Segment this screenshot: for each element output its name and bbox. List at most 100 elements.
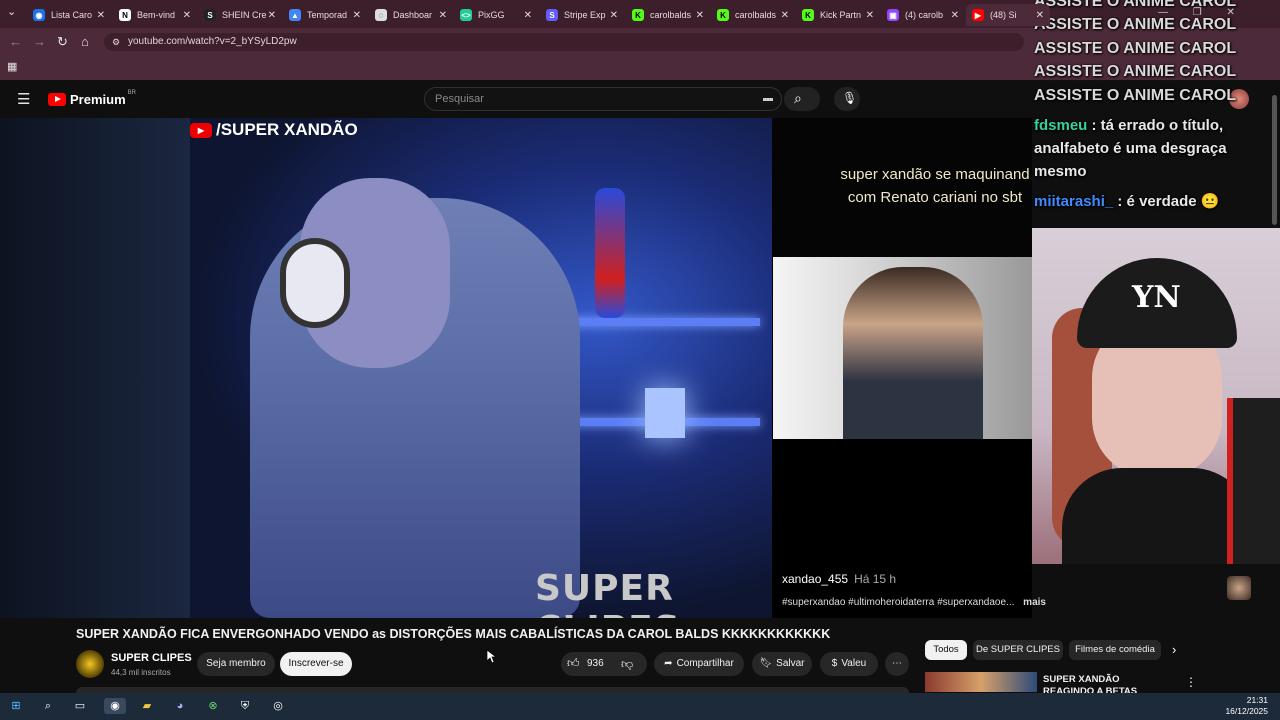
chat-spam-line: ASSISTE O ANIME CAROL xyxy=(1034,87,1237,104)
tab-close-icon[interactable]: ✕ xyxy=(183,10,191,21)
tab-title: Kick Partn xyxy=(820,10,862,20)
superman-figure xyxy=(595,188,625,318)
task-view-icon[interactable]: ▭ xyxy=(72,698,88,714)
youtube-watermark-icon: ▶ xyxy=(190,122,212,138)
search-taskbar-icon[interactable]: ⌕ xyxy=(40,698,56,714)
tab-favicon-icon: K xyxy=(632,9,644,21)
xbox-icon[interactable]: ⊗ xyxy=(205,698,221,714)
video-left-blur xyxy=(0,118,190,618)
reload-icon[interactable]: ↻ xyxy=(57,34,68,50)
tab-close-icon[interactable]: ✕ xyxy=(951,10,959,21)
browser-tab[interactable]: ◉ Lista Caro ✕ xyxy=(27,4,111,26)
channel-avatar[interactable] xyxy=(76,650,104,678)
webcam-shirt xyxy=(1062,468,1252,564)
tab-close-icon[interactable]: ✕ xyxy=(1036,10,1044,21)
tab-close-icon[interactable]: ✕ xyxy=(866,10,874,21)
scrollbar[interactable] xyxy=(1272,95,1277,225)
share-button[interactable]: ➦ Compartilhar xyxy=(654,652,744,676)
chat-message-continued: analfabeto é uma desgraça xyxy=(1034,140,1227,157)
tab-close-icon[interactable]: ✕ xyxy=(97,10,105,21)
search-icon: ⌕ xyxy=(794,90,802,106)
home-icon[interactable]: ⌂ xyxy=(81,34,89,49)
save-button[interactable]: 🔖︎ Salvar xyxy=(752,652,812,676)
browser-tab[interactable]: ◌ Dashboar ✕ xyxy=(369,4,453,26)
save-label: Salvar xyxy=(776,658,805,669)
apps-grid-icon[interactable]: ▦ xyxy=(7,60,17,73)
chrome-icon[interactable]: ◉ xyxy=(104,698,126,714)
tab-favicon-icon: K xyxy=(802,9,814,21)
browser-tab[interactable]: ▶ (48) Si ✕ xyxy=(966,4,1050,26)
minimize-icon[interactable]: — xyxy=(1158,7,1168,18)
subscribe-button[interactable]: Inscrever-se xyxy=(280,652,352,676)
chip-all[interactable]: Todos xyxy=(925,640,967,660)
youtube-logo[interactable]: Premium BR xyxy=(48,89,136,107)
chat-username: fdsmeu xyxy=(1034,117,1088,134)
channel-name[interactable]: SUPER CLIPES xyxy=(111,652,192,664)
join-button[interactable]: Seja membro xyxy=(197,652,275,676)
browser-tab[interactable]: ▣ (4) carolb ✕ xyxy=(881,4,965,26)
browser-tab[interactable]: K Kick Partn ✕ xyxy=(796,4,880,26)
tab-close-icon[interactable]: ✕ xyxy=(696,10,704,21)
tab-title: Temporad xyxy=(307,10,348,20)
tab-title: SHEIN Cre xyxy=(222,10,267,20)
chip-comedy[interactable]: Filmes de comédia xyxy=(1069,640,1161,660)
shorts-tags: #superxandao #ultimoheroidaterra #superx… xyxy=(782,597,1072,608)
windows-start-icon[interactable]: ⊞ xyxy=(8,698,24,714)
browser-tab[interactable]: Kcarolbalds ✕ xyxy=(626,4,710,26)
tab-close-icon[interactable]: ✕ xyxy=(781,10,789,21)
browser-tab[interactable]: N Bem-vind ✕ xyxy=(113,4,197,26)
tab-close-icon[interactable]: ✕ xyxy=(353,10,361,21)
chat-text: : tá errado o título, xyxy=(1091,117,1224,134)
share-icon: ➦ xyxy=(664,658,673,669)
dislike-icon[interactable]: 👎︎ xyxy=(621,657,633,672)
obs-icon[interactable]: ◎ xyxy=(270,698,286,714)
forward-icon[interactable]: → xyxy=(33,34,46,49)
system-clock[interactable]: 21:31 16/12/2025 xyxy=(1225,695,1268,717)
tab-favicon-icon: S xyxy=(546,9,558,21)
keyboard-icon[interactable]: ▬ xyxy=(763,88,773,110)
browser-tab[interactable]: Kcarolbalds ✕ xyxy=(711,4,795,26)
discord-icon[interactable]: ◕ xyxy=(172,698,188,714)
recommendation-thumbnail[interactable] xyxy=(925,672,1037,692)
maximize-icon[interactable]: ❐ xyxy=(1193,7,1202,18)
tab-title: PixGG xyxy=(478,10,505,20)
browser-tab[interactable]: <> PixGG ✕ xyxy=(454,4,538,26)
tab-favicon-icon: ▲ xyxy=(289,9,301,21)
voice-search-button[interactable]: 🎙 xyxy=(834,87,860,111)
file-explorer-icon[interactable]: ▰ xyxy=(139,698,155,714)
shorts-more-link[interactable]: mais xyxy=(1023,597,1046,608)
thanks-button[interactable]: $ Valeu xyxy=(820,652,878,676)
mic-icon: 🎙 xyxy=(842,91,858,105)
back-icon[interactable]: ← xyxy=(9,34,22,49)
tab-close-icon[interactable]: ✕ xyxy=(268,10,276,21)
chat-message: miitarashi_ : é verdade 😐 xyxy=(1034,192,1219,210)
clock-date: 16/12/2025 xyxy=(1225,706,1268,716)
shorts-user[interactable]: xandao_455 Há 15 h xyxy=(782,572,896,586)
tab-close-icon[interactable]: ✕ xyxy=(439,10,447,21)
tab-close-icon[interactable]: ✕ xyxy=(610,10,618,21)
shield-icon[interactable]: ⛨ xyxy=(237,698,253,714)
shorts-username: xandao_455 xyxy=(782,572,849,586)
menu-icon[interactable]: ☰ xyxy=(17,90,30,108)
more-actions-button[interactable]: ⋯ xyxy=(885,652,909,676)
chat-username: miitarashi_ xyxy=(1034,193,1114,210)
like-icon[interactable]: 👍︎ xyxy=(567,656,580,671)
close-window-icon[interactable]: ✕ xyxy=(1227,7,1235,18)
chip-channel[interactable]: De SUPER CLIPES xyxy=(973,640,1063,660)
browser-tab[interactable]: ▲ Temporad ✕ xyxy=(283,4,367,26)
region-badge: BR xyxy=(127,89,136,96)
tab-title: Dashboar xyxy=(393,10,433,20)
tab-close-icon[interactable]: ✕ xyxy=(524,10,532,21)
browser-tab[interactable]: S SHEIN Cre ✕ xyxy=(198,4,282,26)
youtube-play-icon xyxy=(48,93,66,106)
browser-tab[interactable]: S Stripe Exp ✕ xyxy=(540,4,624,26)
recommendation-menu-icon[interactable]: ⋮ xyxy=(1185,675,1197,689)
search-input[interactable]: Pesquisar ▬ xyxy=(424,87,782,111)
site-info-icon[interactable]: ⚙ xyxy=(112,33,120,51)
chevron-right-icon[interactable]: › xyxy=(1172,642,1176,657)
search-button[interactable]: ⌕ xyxy=(784,87,820,111)
url-field[interactable]: ⚙ youtube.com/watch?v=2_bYSyLD2pw xyxy=(104,33,1024,51)
mini-avatar[interactable] xyxy=(1227,576,1251,600)
tab-list-icon[interactable]: ⌄ xyxy=(7,5,16,18)
like-count[interactable]: 936 xyxy=(587,652,604,676)
